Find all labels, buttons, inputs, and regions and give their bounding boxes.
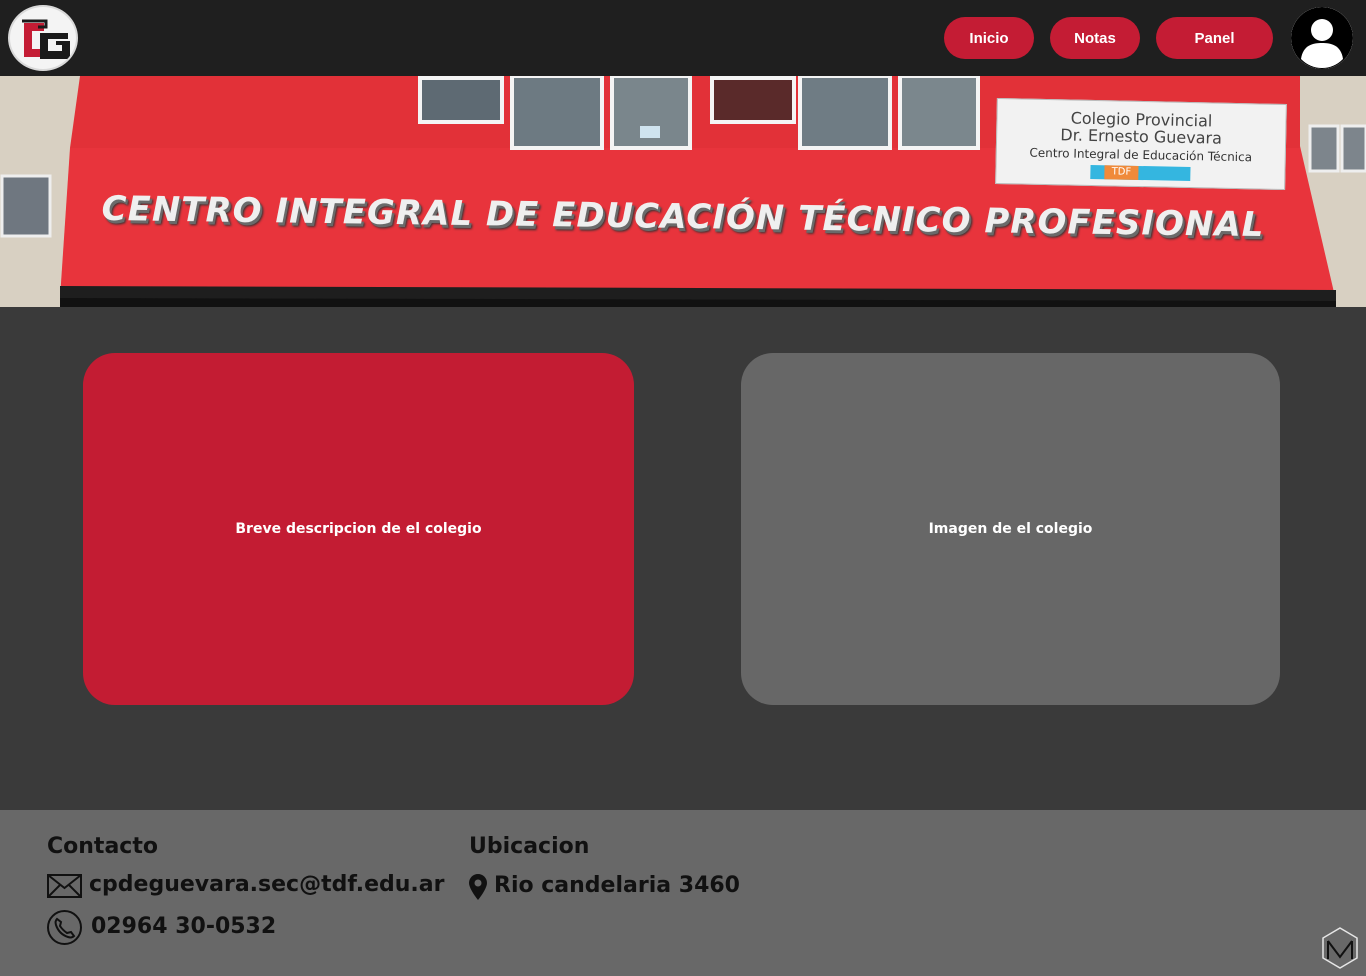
nav-notas-button[interactable]: Notas <box>1050 17 1140 59</box>
phone-icon <box>47 910 82 945</box>
top-navbar: Inicio Notas Panel <box>0 0 1366 76</box>
footer: Contacto cpdeguevara.sec@tdf.edu.ar 0296… <box>0 810 1366 976</box>
contact-heading: Contacto <box>47 834 158 859</box>
plaque-line-3: Centro Integral de Educación Técnica <box>1029 145 1253 165</box>
location-address[interactable]: Rio candelaria 3460 <box>494 873 740 898</box>
corner-logo-icon <box>1322 927 1358 969</box>
school-image-card: Imagen de el colegio <box>741 353 1280 705</box>
image-card-label: Imagen de el colegio <box>928 521 1093 537</box>
school-description-card: Breve descripcion de el colegio <box>83 353 634 705</box>
map-pin-icon <box>469 874 487 900</box>
plaque-badge-label: TDF <box>1104 165 1139 180</box>
envelope-icon <box>47 874 82 898</box>
nav-inicio-button[interactable]: Inicio <box>944 17 1034 59</box>
nav-panel-button[interactable]: Panel <box>1156 17 1273 59</box>
plaque-badge: TDF <box>1090 164 1191 182</box>
description-card-label: Breve descripcion de el colegio <box>235 521 482 537</box>
location-heading: Ubicacion <box>469 834 590 859</box>
user-avatar-icon <box>1291 7 1353 69</box>
logo-icon <box>22 19 70 59</box>
school-banner-image: Colegio Provincial Dr. Ernesto Guevara C… <box>0 76 1366 307</box>
contact-phone[interactable]: 02964 30-0532 <box>91 914 276 939</box>
school-logo[interactable] <box>8 5 78 71</box>
contact-email[interactable]: cpdeguevara.sec@tdf.edu.ar <box>89 872 444 897</box>
school-plaque: Colegio Provincial Dr. Ernesto Guevara C… <box>995 97 1287 191</box>
user-avatar[interactable] <box>1291 7 1353 69</box>
